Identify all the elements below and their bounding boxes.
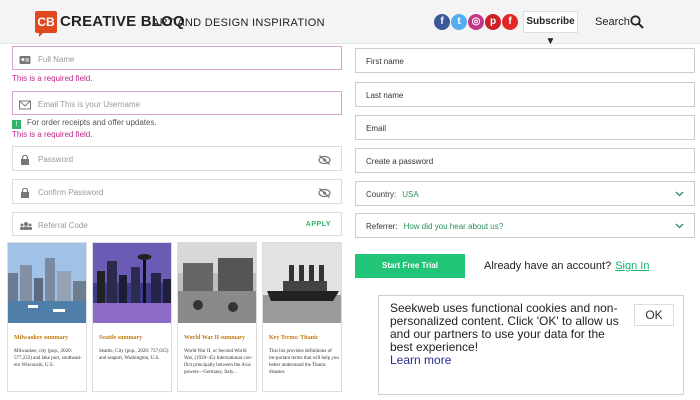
search-label[interactable]: Search	[595, 16, 630, 28]
card-description: Seattle, City (pop., 2020: 737,015) and …	[99, 349, 169, 361]
create-password-label: Create a password	[366, 157, 434, 166]
email-input[interactable]: Email	[355, 115, 695, 140]
country-label: Country: USA	[366, 190, 419, 199]
sign-in-link[interactable]: Sign In	[615, 260, 649, 272]
password-field[interactable]: Password	[12, 146, 342, 171]
country-label-text: Country:	[366, 190, 397, 199]
email-error: This is a required field.	[12, 130, 93, 139]
cookie-message: Seekweb uses functional cookies and non-…	[390, 302, 620, 367]
eye-slash-icon[interactable]	[318, 188, 331, 198]
titanic-image	[263, 243, 341, 323]
full-name-placeholder: Full Name	[38, 55, 75, 64]
email-note: ! For order receipts and offer updates.	[12, 118, 157, 129]
card-title[interactable]: Seattle summary	[99, 335, 142, 341]
password-placeholder: Password	[38, 155, 74, 164]
country-select[interactable]: Country: USA	[355, 181, 695, 206]
article-card[interactable]: Seattle summary Seattle, City (pop., 202…	[92, 242, 172, 392]
eye-slash-icon[interactable]	[318, 155, 331, 165]
country-value: USA	[402, 190, 419, 199]
flipboard-icon[interactable]: f	[502, 14, 518, 30]
learn-more-link[interactable]: Learn more	[390, 354, 620, 367]
referral-placeholder: Referral Code	[38, 221, 88, 230]
cookie-banner: Seekweb uses functional cookies and non-…	[378, 295, 684, 395]
create-password-field[interactable]: Create a password	[355, 148, 695, 173]
search-icon[interactable]	[630, 15, 644, 29]
article-card[interactable]: World War II summary World War II, or Se…	[177, 242, 257, 392]
referral-code-field[interactable]: Referral Code APPLY	[12, 212, 342, 236]
chevron-down-icon	[675, 223, 684, 229]
envelope-icon	[19, 100, 31, 110]
site-header: CB CREATIVE BLOQ ART AND DESIGN INSPIRAT…	[0, 0, 700, 47]
seattle-image	[93, 243, 171, 323]
cookie-ok-button[interactable]: OK	[634, 304, 674, 326]
apply-button[interactable]: APPLY	[306, 221, 331, 228]
card-description: This list provides definitions of im-por…	[269, 349, 339, 375]
lock-icon	[21, 188, 29, 198]
last-name-field[interactable]: Last name	[355, 82, 695, 107]
world-war-ii-image	[178, 243, 256, 323]
already-have-account: Already have an account? Sign In	[484, 260, 649, 272]
card-title[interactable]: World War II summary	[184, 335, 245, 341]
twitter-icon[interactable]: t	[451, 14, 467, 30]
users-icon	[20, 222, 32, 230]
chevron-down-icon	[675, 191, 684, 197]
email-field[interactable]: Email This is your Username	[12, 91, 342, 115]
email-note-text: For order receipts and offer updates.	[27, 118, 157, 127]
lock-icon	[21, 155, 29, 165]
referrer-value: How did you hear about us?	[403, 222, 504, 231]
confirm-password-placeholder: Confirm Password	[38, 188, 104, 197]
email-label: Email	[366, 124, 387, 133]
cookie-message-text: Seekweb uses functional cookies and non-…	[390, 301, 619, 354]
check-icon: !	[12, 120, 21, 129]
referrer-label: Referrer: How did you hear about us?	[366, 222, 503, 231]
card-description: Milwaukee, city (pop., 2020: 577,222) an…	[14, 349, 83, 368]
facebook-icon[interactable]: f	[434, 14, 450, 30]
milwaukee-image	[8, 243, 86, 323]
pinterest-icon[interactable]: p	[485, 14, 501, 30]
email-placeholder: Email This is your Username	[38, 100, 141, 109]
first-name-field[interactable]: First name	[355, 48, 695, 73]
instagram-icon[interactable]: ◎	[468, 14, 484, 30]
confirm-password-field[interactable]: Confirm Password	[12, 179, 342, 204]
already-text: Already have an account?	[484, 260, 612, 272]
full-name-error: This is a required field.	[12, 74, 93, 83]
id-card-icon	[19, 56, 31, 64]
full-name-field[interactable]: Full Name	[12, 46, 342, 70]
article-card[interactable]: Key Terms: Titanic This list provides de…	[262, 242, 342, 392]
subscribe-button[interactable]: Subscribe ▼	[523, 11, 578, 47]
card-title[interactable]: Key Terms: Titanic	[269, 335, 318, 341]
tagline: ART AND DESIGN INSPIRATION	[152, 17, 325, 29]
article-card[interactable]: Milwaukee summary Milwaukee, city (pop.,…	[7, 242, 87, 392]
card-description: World War II, or Second World War, (1939…	[184, 349, 253, 375]
first-name-label: First name	[366, 57, 404, 66]
logo-mark[interactable]: CB	[35, 11, 57, 37]
card-title[interactable]: Milwaukee summary	[14, 335, 68, 341]
last-name-label: Last name	[366, 91, 404, 100]
referrer-label-text: Referrer:	[366, 222, 398, 231]
referrer-select[interactable]: Referrer: How did you hear about us?	[355, 213, 695, 238]
start-free-trial-button[interactable]: Start Free Trial	[355, 254, 465, 278]
